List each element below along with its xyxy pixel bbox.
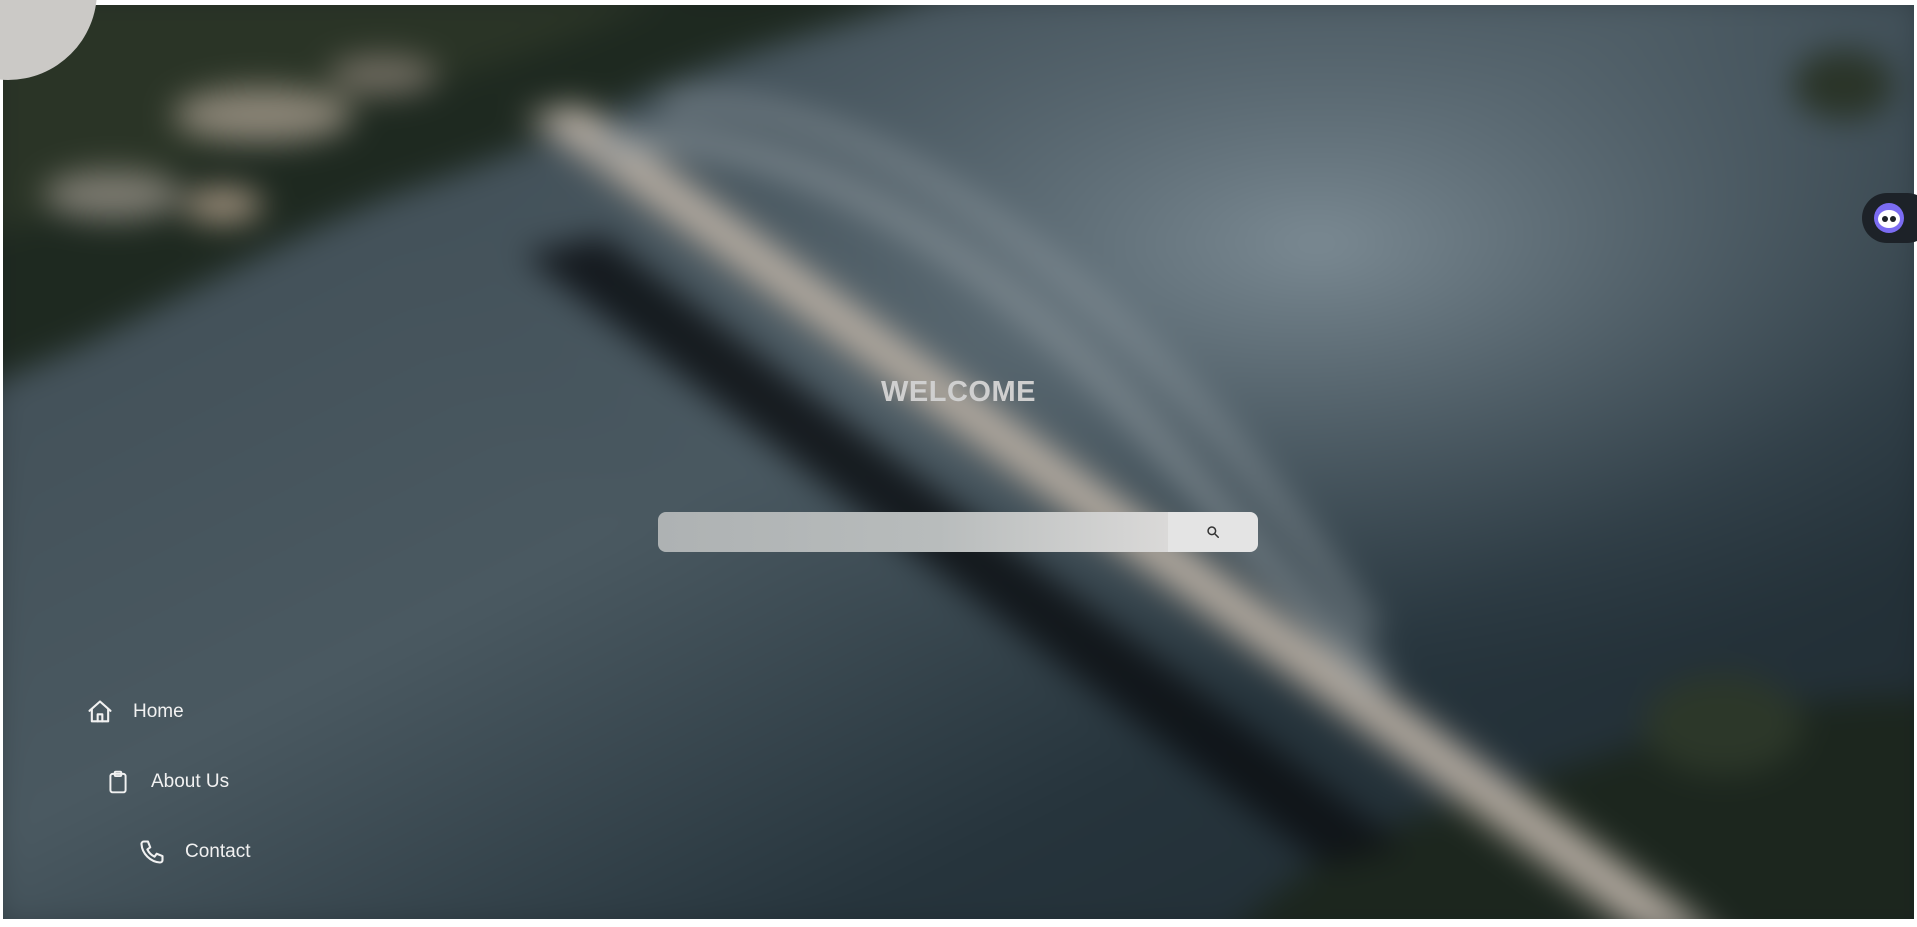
background-image (3, 5, 1914, 919)
home-icon (85, 697, 115, 727)
search-input[interactable] (658, 512, 1168, 552)
nav-item-contact[interactable]: Contact (137, 837, 250, 867)
search-button[interactable] (1168, 512, 1258, 552)
page-title: WELCOME (881, 376, 1036, 408)
phone-icon (137, 837, 167, 867)
assistant-face-icon (1874, 203, 1904, 233)
nav-item-label: Home (133, 701, 184, 722)
clipboard-icon (103, 767, 133, 797)
nav-item-label: Contact (185, 841, 251, 862)
page: WELCOME Home About Us Contact (0, 0, 1917, 927)
nav-item-label: About Us (151, 771, 230, 792)
search-icon (1207, 526, 1220, 539)
nav-item-home[interactable]: Home (85, 697, 184, 727)
search-bar (658, 512, 1258, 552)
nav-item-about-us[interactable]: About Us (103, 767, 229, 797)
assistant-widget-button[interactable] (1862, 193, 1917, 243)
